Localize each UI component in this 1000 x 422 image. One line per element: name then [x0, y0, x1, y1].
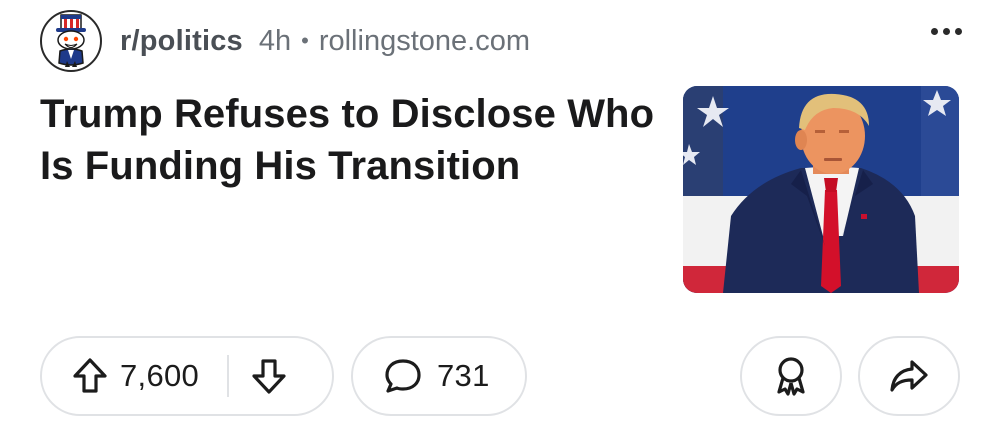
share-button[interactable] [858, 336, 960, 416]
share-arrow-icon [888, 356, 930, 396]
comments-button[interactable]: 731 [351, 336, 527, 416]
downvote-arrow-icon[interactable] [251, 357, 287, 395]
snoo-uncle-sam-icon [56, 14, 86, 67]
thumbnail-image [683, 86, 959, 293]
meta-separator: • [301, 28, 309, 53]
post-card[interactable]: r/politics 4h • rollingstone.com Trump R… [0, 0, 1000, 422]
link-domain[interactable]: rollingstone.com [319, 25, 530, 58]
award-button[interactable] [740, 336, 842, 416]
post-title[interactable]: Trump Refuses to Disclose Who Is Funding… [40, 88, 660, 192]
post-meta: r/politics 4h • rollingstone.com [120, 25, 530, 58]
comment-bubble-icon [383, 357, 423, 395]
subreddit-name[interactable]: r/politics [120, 25, 243, 58]
upvote-arrow-icon[interactable] [72, 357, 108, 395]
award-icon [771, 354, 811, 398]
vote-divider [227, 355, 230, 397]
more-options-icon[interactable] [931, 28, 962, 35]
comment-count: 731 [437, 358, 490, 393]
post-thumbnail[interactable] [683, 86, 959, 293]
upvote-count: 7,600 [120, 358, 200, 393]
post-header: r/politics 4h • rollingstone.com [40, 10, 530, 72]
more-dot [943, 28, 950, 35]
more-dot [955, 28, 962, 35]
action-bar: 7,600 731 [40, 336, 960, 416]
post-age: 4h [258, 24, 292, 57]
more-dot [931, 28, 938, 35]
subreddit-avatar[interactable] [40, 10, 102, 72]
vote-control: 7,600 [40, 336, 334, 416]
